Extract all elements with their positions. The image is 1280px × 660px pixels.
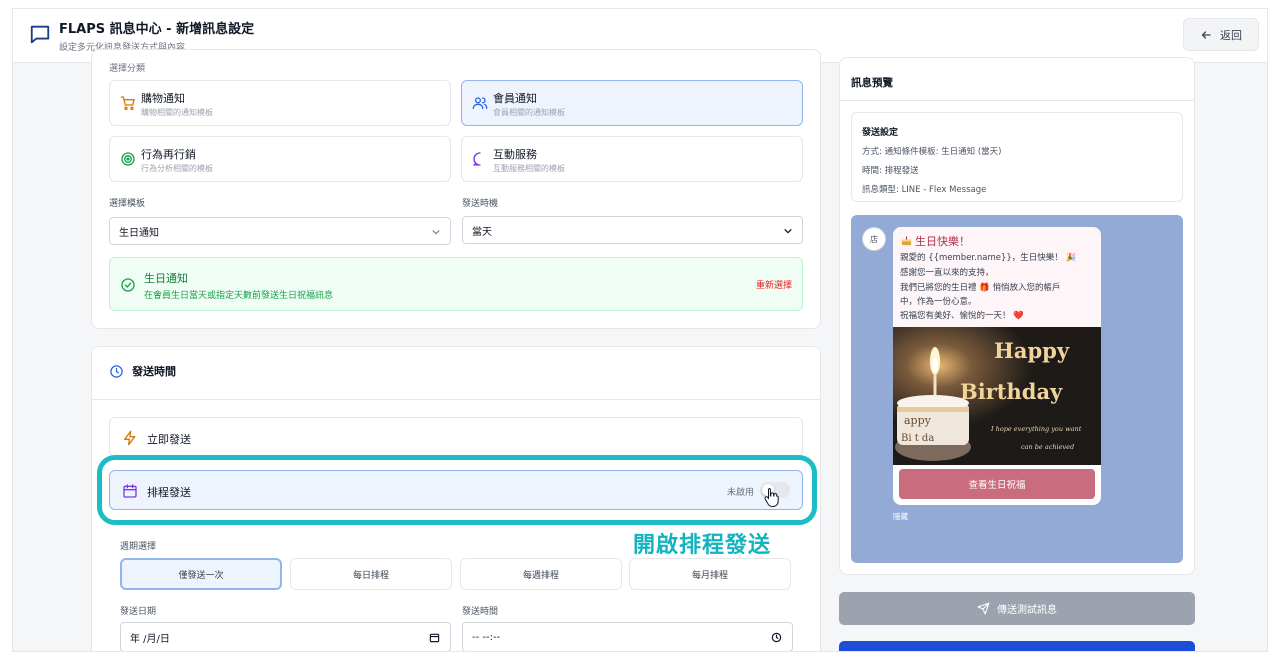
calendar-picker-icon [429,633,440,643]
chat-preview: 店 生日快樂！ 親愛的 {{member.name}}，生日快樂！ 🎉 感謝您一… [851,215,1183,563]
target-icon [121,152,135,166]
notice-template-desc: 在會員生日當天或指定天數前發送生日祝福訊息 [144,291,334,301]
category-name: 行為再行銷 [141,148,196,161]
template-selected-notice: 生日通知 在會員生日當天或指定天數前發送生日祝福訊息 重新選擇 [109,257,803,311]
page-title: FLAPS 訊息中心 - 新增訊息設定 [59,22,255,37]
avatar: 店 [862,227,886,251]
preview-title: 訊息預覽 [851,77,893,89]
send-date-value: 年 /月/日 [130,633,170,645]
category-card-remarketing[interactable]: 行為再行銷 行為分析相關的模板 [109,136,451,182]
send-clock-value: -- --:-- [472,631,501,643]
bubble-line: 感謝您一直以來的支持， [900,268,994,278]
check-circle-icon [121,278,135,292]
primary-button-partial[interactable] [839,641,1195,651]
bubble-title: 生日快樂！ [915,235,970,248]
timing-select[interactable]: 當天 [462,216,803,244]
hide-link[interactable]: 隱藏 [893,511,908,522]
flex-message-bubble: 生日快樂！ 親愛的 {{member.name}}，生日快樂！ 🎉 感謝您一直以… [893,227,1101,505]
chat-bubble-icon [473,152,481,166]
clock-picker-icon [771,632,782,643]
annotation-label: 開啟排程發送 [633,533,772,558]
category-card-interactive[interactable]: 互動服務 互動服務相關的模板 [461,136,803,182]
category-name: 購物通知 [141,92,185,105]
birthday-image: appy Bi t da Happy Birthday I hope every… [893,327,1101,465]
bubble-line: 中，作為一份心意。 [900,297,977,307]
chevron-down-icon [784,229,792,234]
timing-label: 發送時機 [462,199,499,209]
send-settings-summary: 發送設定 方式: 通知條件模板: 生日通知 (當天) 時間: 排程發送 訊息類型… [851,112,1183,202]
photo-caption-text: can be achieved [1021,443,1074,451]
template-select-value: 生日通知 [119,227,159,239]
send-date-label: 發送日期 [120,607,157,617]
settings-time: 時間: 排程發送 [862,166,919,176]
cake-icon [901,236,912,246]
category-desc: 行為分析相關的模板 [141,164,213,173]
category-desc: 會員相關的通知模板 [493,108,565,117]
chevron-down-icon [432,230,440,235]
users-icon [472,97,488,109]
reselect-link[interactable]: 重新選擇 [756,278,792,291]
settings-type: 訊息類型: LINE - Flex Message [862,185,987,195]
cake-text: appy [904,414,932,427]
section-divider [91,399,821,400]
category-desc: 購物相關的通知模板 [141,108,213,117]
frequency-daily-button[interactable]: 每日排程 [290,558,452,590]
timing-select-value: 當天 [472,226,492,238]
template-label: 選擇模板 [109,199,146,209]
photo-birthday-text: Birthday [960,379,1063,404]
category-desc: 互動服務相關的模板 [493,164,565,173]
category-name: 會員通知 [493,92,537,105]
category-label: 選擇分類 [109,64,146,74]
lightning-icon [124,430,136,446]
send-time-title: 發送時間 [132,365,176,378]
bubble-line: 親愛的 {{member.name}}，生日快樂！ 🎉 [900,253,1077,263]
send-test-button[interactable]: 傳送測試訊息 [839,592,1195,625]
settings-title: 發送設定 [862,128,899,138]
highlight-frame [97,455,817,525]
view-greeting-button[interactable]: 查看生日祝福 [899,469,1095,499]
app-window: FLAPS 訊息中心 - 新增訊息設定 設定多元化訊息發送方式與內容 返回 選擇… [12,8,1268,652]
shopping-cart-icon [120,96,135,110]
back-button[interactable]: 返回 [1183,18,1259,51]
clock-icon [110,364,123,378]
frequency-once-button[interactable]: 僅發送一次 [120,558,282,590]
category-name: 互動服務 [493,148,537,161]
back-button-label: 返回 [1220,28,1242,42]
photo-happy-text: Happy [994,338,1070,363]
bubble-header: 生日快樂！ 親愛的 {{member.name}}，生日快樂！ 🎉 感謝您一直以… [893,227,1101,327]
send-clock-label: 發送時間 [462,607,499,617]
notice-template-name: 生日通知 [144,272,188,285]
immediate-send-option[interactable]: 立即發送 [109,417,803,457]
template-select[interactable]: 生日通知 [109,217,451,245]
category-card-member[interactable]: 會員通知 會員相關的通知模板 [461,80,803,126]
bubble-line: 我們已將您的生日禮 🎁 悄悄放入您的帳戶 [900,283,1061,293]
category-card-shopping[interactable]: 購物通知 購物相關的通知模板 [109,80,451,126]
photo-caption-text: I hope everything you want [990,425,1082,433]
frequency-monthly-button[interactable]: 每月排程 [629,558,791,590]
arrow-left-icon [1201,30,1211,39]
settings-method: 方式: 通知條件模板: 生日通知 (當天) [862,147,1002,157]
frequency-weekly-button[interactable]: 每週排程 [460,558,622,590]
preview-header: 訊息預覽 [839,71,1195,101]
send-date-input[interactable]: 年 /月/日 [120,622,451,651]
message-icon [30,25,50,44]
send-time-header: 發送時間 [109,363,176,379]
frequency-label: 週期選擇 [120,542,157,552]
send-icon [977,602,990,615]
bubble-line: 祝福您有美好、愉悅的一天！ ❤️ [900,311,1024,321]
immediate-send-label: 立即發送 [147,433,191,446]
cake-text: Bi t da [901,433,934,444]
send-test-label: 傳送測試訊息 [997,605,1057,616]
send-clock-input[interactable]: -- --:-- [462,622,793,651]
